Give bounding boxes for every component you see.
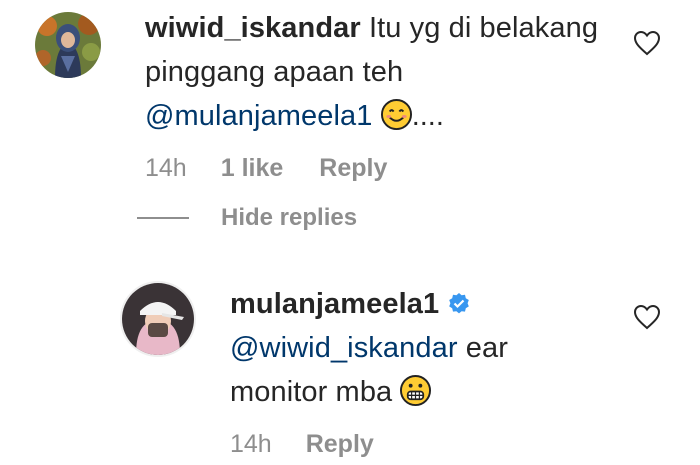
reply-timestamp[interactable]: 14h	[230, 430, 272, 459]
comment-meta: 14h 1 like Reply	[145, 154, 387, 183]
user-avatar-hijab-icon	[35, 12, 101, 78]
smiling-face-emoji-icon	[380, 99, 412, 130]
verified-badge-icon	[447, 285, 471, 314]
reply-button[interactable]: Reply	[319, 154, 387, 183]
reply-meta: 14h Reply	[230, 430, 374, 459]
comment-body-line1: Itu yg di belakang	[368, 12, 599, 44]
mention-link[interactable]: @mulanjameela1	[145, 100, 373, 132]
comment-body-line2: pinggang apaan teh	[145, 56, 404, 88]
mention-link[interactable]: @wiwid_iskandar	[230, 332, 458, 364]
user-avatar-cap-icon	[122, 283, 194, 355]
avatar[interactable]	[35, 12, 101, 78]
likes-count[interactable]: 1 like	[221, 154, 284, 183]
avatar[interactable]	[120, 281, 196, 357]
reply-text: mulanjameela1 @wiwid_iskandar ear monito…	[230, 282, 508, 414]
divider-line	[137, 217, 189, 219]
comment-suffix: ....	[411, 100, 444, 132]
reply-body-line2: monitor mba	[230, 376, 393, 408]
reply-body-line1: ear	[465, 332, 508, 364]
comment-username[interactable]: wiwid_iskandar	[145, 12, 361, 44]
hide-replies-label[interactable]: Hide replies	[221, 204, 357, 232]
reply-button[interactable]: Reply	[306, 430, 374, 459]
comment-timestamp[interactable]: 14h	[145, 154, 187, 183]
comment-text: wiwid_iskandar Itu yg di belakang pingga…	[145, 6, 615, 138]
hide-replies-button[interactable]: Hide replies	[137, 204, 357, 232]
reply-username[interactable]: mulanjameela1	[230, 288, 439, 320]
like-heart-icon[interactable]	[633, 30, 661, 56]
grimacing-face-emoji-icon	[400, 375, 432, 406]
like-heart-icon[interactable]	[633, 304, 661, 330]
